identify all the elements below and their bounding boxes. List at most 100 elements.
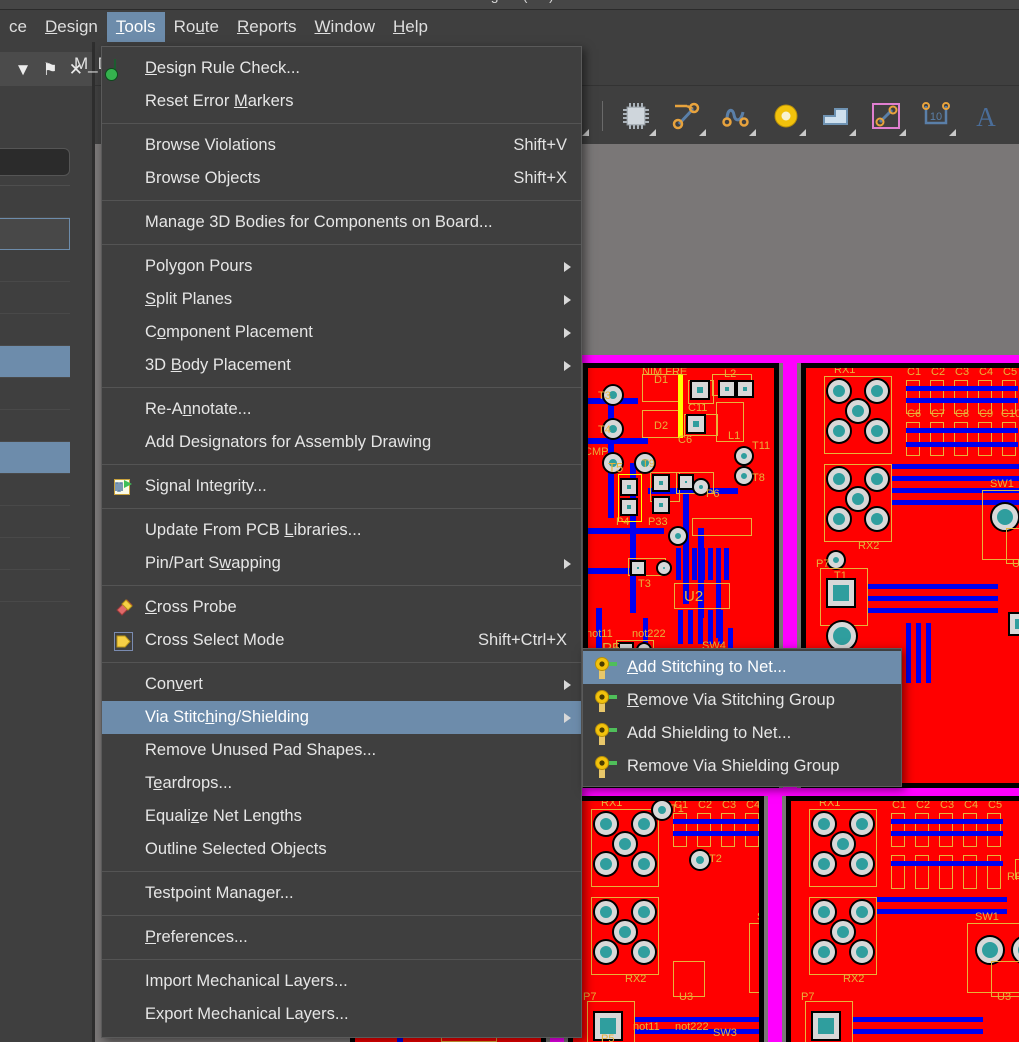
menu-item-browse-violations[interactable]: Browse Violations Shift+V (102, 129, 581, 162)
list-item[interactable] (0, 186, 70, 218)
menu-item-outline-selected-objects[interactable]: Outline Selected Objects (102, 833, 581, 866)
menubar-item-place[interactable]: ce (0, 12, 36, 42)
list-item[interactable] (0, 218, 70, 250)
menu-item-component-placement[interactable]: Component Placement (102, 316, 581, 349)
signal-integrity-icon (114, 478, 133, 497)
dropdown-arrow-icon[interactable] (699, 128, 706, 136)
menu-item-label: Testpoint Manager... (145, 884, 294, 902)
menubar-item-reports[interactable]: Reports (228, 12, 306, 42)
dropdown-arrow-icon[interactable] (749, 128, 756, 136)
menu-item-testpoint-manager[interactable]: Testpoint Manager... (102, 877, 581, 910)
submenu-item-label: Remove Via Shielding Group (627, 757, 840, 775)
menu-item-import-mechanical-layers[interactable]: Import Mechanical Layers... (102, 965, 581, 998)
menu-item-design-rule-check[interactable]: Design Rule Check... (102, 52, 581, 85)
menu-item-signal-integrity[interactable]: Signal Integrity... (102, 470, 581, 503)
dropdown-arrow-icon[interactable] (649, 128, 656, 136)
menubar-item-window[interactable]: Window (306, 12, 384, 42)
place-line-icon[interactable] (664, 94, 708, 138)
chevron-right-icon (564, 712, 571, 723)
list-item[interactable]: N (0, 538, 70, 570)
keepout-line (580, 355, 1019, 363)
submenu-item-add-shielding-to-net[interactable]: Add Shielding to Net... (583, 717, 901, 750)
menu-item-teardrops[interactable]: Teardrops... (102, 767, 581, 800)
place-track-icon[interactable] (864, 94, 908, 138)
pcb-board-2c: RX1 C1 C2 C3 C4 C5 RX2 R SW1 U3 P7 (786, 796, 1019, 1042)
menu-item-export-mechanical-layers[interactable]: Export Mechanical Layers... (102, 998, 581, 1031)
menu-separator (102, 871, 581, 872)
dropdown-arrow-icon[interactable] (582, 128, 589, 136)
menubar-label: ools (124, 16, 156, 36)
menu-item-preferences[interactable]: Preferences... (102, 921, 581, 954)
menu-item-reset-error-markers[interactable]: Reset Error Markers (102, 85, 581, 118)
menu-separator (102, 915, 581, 916)
list-item[interactable] (0, 378, 70, 410)
list-item[interactable]: cb (0, 282, 70, 314)
menu-item-cross-select-mode[interactable]: Cross Select Mode Shift+Ctrl+X (102, 624, 581, 657)
toolbar-separator (602, 100, 603, 131)
submenu-item-remove-via-shielding-group[interactable]: Remove Via Shielding Group (583, 750, 901, 783)
menubar-label: esign (57, 16, 98, 36)
place-dimension-icon[interactable]: 10 (914, 94, 958, 138)
place-via-icon[interactable] (764, 94, 808, 138)
submenu-item-add-stitching-to-net[interactable]: Add Stitching to Net... (583, 651, 901, 684)
list-item[interactable] (0, 250, 70, 282)
place-fill-icon[interactable] (814, 94, 858, 138)
list-item[interactable]: cb (0, 474, 70, 506)
via-stitching-submenu: Add Stitching to Net... Remove Via Stitc… (582, 648, 902, 787)
list-item[interactable] (0, 442, 70, 474)
list-item[interactable]: hD (0, 314, 70, 346)
menubar-item-help[interactable]: Help (384, 12, 437, 42)
menu-item-convert[interactable]: Convert (102, 668, 581, 701)
dropdown-arrow-icon[interactable] (799, 128, 806, 136)
pin-icon[interactable]: ⚑ (43, 61, 58, 78)
menubar-item-design[interactable]: Design (36, 12, 107, 42)
panel-body: cb hD cb Nc N hD (0, 86, 78, 1042)
submenu-item-remove-via-stitching-group[interactable]: Remove Via Stitching Group (583, 684, 901, 717)
chevron-right-icon (564, 261, 571, 272)
place-component-icon[interactable] (614, 94, 658, 138)
chevron-down-icon[interactable]: ▼ (15, 61, 32, 78)
menu-item-label: Outline Selected Objects (145, 840, 327, 858)
menu-item-browse-objects[interactable]: Browse Objects Shift+X (102, 162, 581, 195)
menubar-item-route[interactable]: Route (165, 12, 228, 42)
chevron-right-icon (564, 327, 571, 338)
panel-search-input[interactable] (0, 148, 70, 176)
menu-item-3d-body-placement[interactable]: 3D Body Placement (102, 349, 581, 382)
menu-item-re-annotate[interactable]: Re-Annotate... (102, 393, 581, 426)
menu-item-cross-probe[interactable]: Cross Probe (102, 591, 581, 624)
menu-separator (102, 662, 581, 663)
menu-item-via-stitching-shielding[interactable]: Via Stitching/Shielding (102, 701, 581, 734)
menubar-item-tools[interactable]: Tools (106, 11, 165, 42)
list-item[interactable] (0, 346, 70, 378)
dropdown-arrow-icon[interactable] (899, 128, 906, 136)
menu-item-remove-unused-pad-shapes[interactable]: Remove Unused Pad Shapes... (102, 734, 581, 767)
menu-item-add-designators[interactable]: Add Designators for Assembly Drawing (102, 426, 581, 459)
shortcut-label: Shift+V (513, 136, 567, 154)
shortcut-label: Shift+Ctrl+X (478, 631, 567, 649)
projects-panel: ▼ ⚑ ✕ cb hD cb Nc N hD (0, 42, 92, 1042)
list-item[interactable]: Nc (0, 506, 70, 538)
menu-bar: ce Design Tools Route Reports Window Hel… (0, 11, 1019, 42)
tools-dropdown-menu: Design Rule Check... Reset Error Markers… (101, 46, 582, 1038)
menu-item-label: Export Mechanical Layers... (145, 1005, 349, 1023)
menu-item-equalize-net-lengths[interactable]: Equalize Net Lengths (102, 800, 581, 833)
menu-item-manage-3d-bodies[interactable]: Manage 3D Bodies for Components on Board… (102, 206, 581, 239)
pcb-board-2b: RX1 C1 C2 C3 C4 RX2 SW1 P7 (568, 796, 764, 1042)
via-icon (595, 689, 619, 712)
menu-item-split-planes[interactable]: Split Planes (102, 283, 581, 316)
menu-item-polygon-pours[interactable]: Polygon Pours (102, 250, 581, 283)
list-item[interactable]: hD (0, 570, 70, 602)
menu-separator (102, 387, 581, 388)
via-icon (595, 722, 619, 745)
canvas-empty-region-3 (580, 144, 1019, 355)
menu-item-pin-part-swapping[interactable]: Pin/Part Swapping (102, 547, 581, 580)
shortcut-label: Shift+X (513, 169, 567, 187)
menu-item-update-from-pcb-libraries[interactable]: Update From PCB Libraries... (102, 514, 581, 547)
chevron-right-icon (564, 558, 571, 569)
dropdown-arrow-icon[interactable] (849, 128, 856, 136)
dropdown-arrow-icon[interactable] (949, 128, 956, 136)
place-arc-icon[interactable] (714, 94, 758, 138)
list-item[interactable] (0, 410, 70, 442)
place-string-icon[interactable]: A (964, 94, 1008, 138)
cross-probe-icon (114, 598, 133, 618)
